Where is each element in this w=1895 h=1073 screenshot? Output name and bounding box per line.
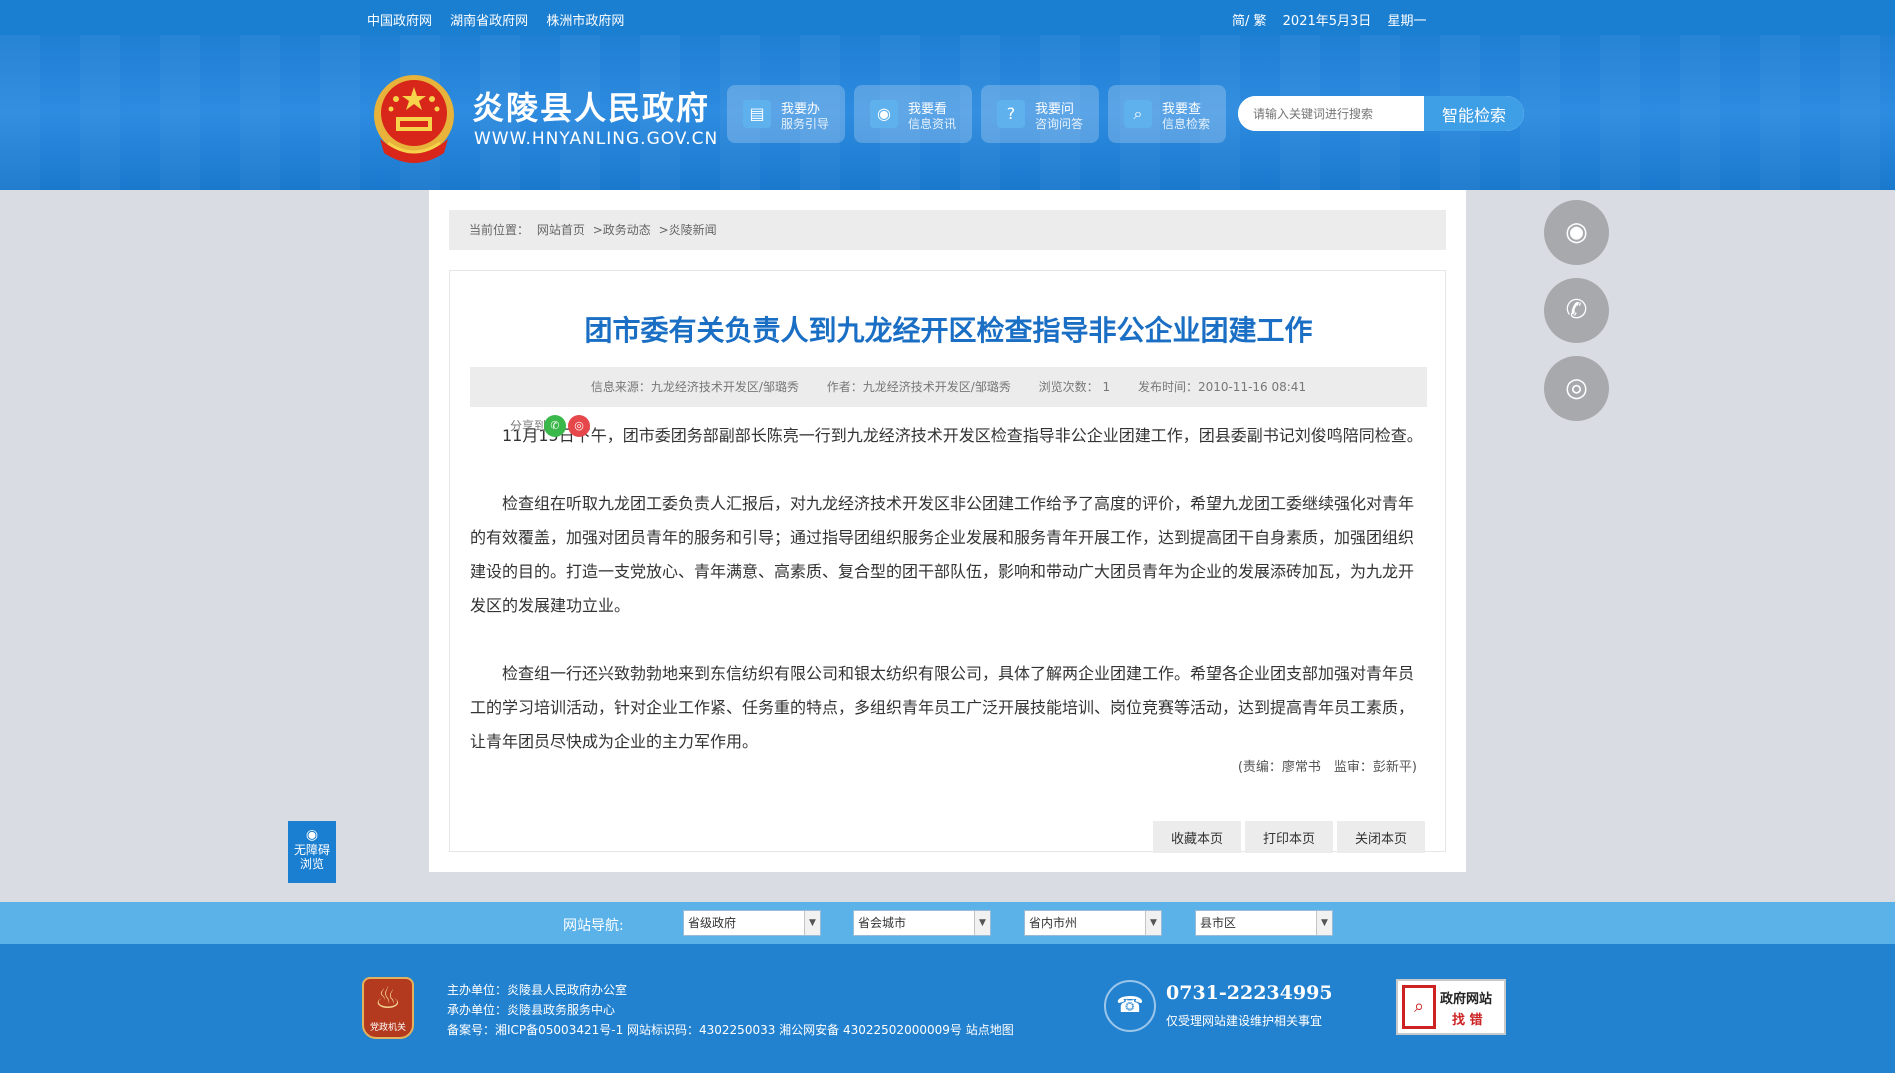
breadcrumb-yanling-news[interactable]: >炎陵新闻 [659, 223, 717, 237]
select-capital-cities[interactable]: 省会城市 ▼ [853, 910, 991, 936]
find-error-label-2: 找 错 [1452, 1013, 1483, 1028]
article-actions: 收藏本页 打印本页 关闭本页 [1149, 821, 1425, 853]
select-value: 省级政府 [688, 916, 737, 930]
chevron-down-icon: ▼ [1316, 911, 1332, 935]
footer-host: 主办单位：炎陵县人民政府办公室 [447, 983, 628, 997]
accessibility-button[interactable]: ◉ 无障碍 浏览 [288, 821, 336, 883]
article-paragraph: 11月15日下午，团市委团务部副部长陈亮一行到九龙经济技术开发区检查指导非公企业… [502, 426, 1423, 445]
search-input[interactable] [1238, 96, 1424, 131]
site-nav-label: 网站导航: [563, 918, 624, 934]
party-gov-badge-icon[interactable]: ♨ 党政机关 [362, 977, 414, 1039]
nav-info-news[interactable]: ◉ 我要看 信息资讯 [854, 85, 972, 143]
footer-phone-note: 仅受理网站建设维护相关事宜 [1166, 1014, 1323, 1028]
content-panel: 当前位置： 网站首页 >政务动态 >炎陵新闻 团市委有关负责人到九龙经开区检查指… [429, 190, 1466, 872]
eye-icon: ◉ [870, 100, 898, 128]
select-counties[interactable]: 县市区 ▼ [1195, 910, 1333, 936]
nav-service-guide[interactable]: ▤ 我要办 服务引导 [727, 85, 845, 143]
link-china-gov[interactable]: 中国政府网 [367, 14, 432, 29]
article-paragraph: 检查组一行还兴致勃勃地来到东信纺织有限公司和银太纺织有限公司，具体了解两企业团建… [470, 664, 1415, 751]
meta-source: 信息来源：九龙经济技术开发区/邹璐秀 [590, 380, 799, 394]
footer-record: 备案号：湘ICP备05003421号-1 网站标识码：4302250033 湘公… [447, 1023, 1014, 1037]
article-body: 11月15日下午，团市委团务部副部长陈亮一行到九龙经济技术开发区检查指导非公企业… [470, 419, 1427, 793]
print-page-button[interactable]: 打印本页 [1245, 821, 1333, 853]
eye-icon: ◉ [305, 827, 319, 843]
lang-switch[interactable]: 简/ 繁 [1232, 14, 1267, 29]
top-right: 简/ 繁 2021年5月3日 星期一 [1232, 10, 1438, 29]
article-paragraph: 检查组在听取九龙团工委负责人汇报后，对九龙经济技术开发区非公团建工作给予了高度的… [470, 494, 1415, 615]
breadcrumb-home[interactable]: 网站首页 [537, 223, 585, 237]
select-value: 省会城市 [858, 916, 907, 930]
meta-author: 作者：九龙经济技术开发区/邹璐秀 [826, 380, 1011, 394]
magnifier-icon: ⌕ [1402, 985, 1436, 1029]
breadcrumb-prefix: 当前位置： [469, 223, 530, 237]
weekday-text: 星期一 [1387, 14, 1427, 29]
search-box: 智能检索 [1238, 96, 1524, 131]
nav-sublabel: 咨询问答 [1035, 117, 1084, 131]
share-label: 分享到 [510, 419, 547, 433]
article-title: 团市委有关负责人到九龙经开区检查指导非公企业团建工作 [584, 314, 1313, 347]
footer-phone: 0731-22234995 [1166, 982, 1333, 1004]
date-text: 2021年5月3日 [1282, 14, 1372, 29]
footer-organizer: 承办单位：炎陵县政务服务中心 [447, 1003, 616, 1017]
badge-text: 党政机关 [369, 1023, 406, 1033]
weibo-share-icon[interactable]: ◎ [568, 415, 590, 437]
nav-sublabel: 服务引导 [781, 117, 830, 131]
top-bar: 中国政府网 湖南省政府网 株洲市政府网 简/ 繁 2021年5月3日 星期一 [0, 0, 1895, 35]
find-error-button[interactable]: ⌕ 政府网站 找 错 [1396, 979, 1506, 1035]
editor-signature: (责编：廖常书 监审：彭新平) [1237, 760, 1417, 775]
weibo-icon[interactable]: ◎ [1544, 356, 1609, 421]
site-title: 炎陵县人民政府 [472, 89, 711, 127]
access-label-2: 浏览 [299, 857, 324, 871]
nav-sublabel: 信息资讯 [908, 117, 957, 131]
site-footer: ♨ 党政机关 主办单位：炎陵县人民政府办公室 承办单位：炎陵县政务服务中心 备案… [0, 944, 1895, 1073]
access-label-1: 无障碍 [293, 843, 330, 857]
wechat-icon[interactable]: ✆ [1544, 278, 1609, 343]
chevron-down-icon: ▼ [974, 911, 990, 935]
phone-icon: ☎ [1104, 980, 1156, 1032]
national-emblem-icon [374, 75, 454, 163]
site-url: WWW.HNYANLING.GOV.CN [474, 129, 719, 149]
select-value: 县市区 [1200, 916, 1237, 930]
question-icon: ? [997, 100, 1025, 128]
document-icon: ▤ [743, 100, 771, 128]
breadcrumb: 当前位置： 网站首页 >政务动态 >炎陵新闻 [449, 210, 1446, 250]
select-provincial-gov[interactable]: 省级政府 ▼ [683, 910, 821, 936]
site-header: 炎陵县人民政府 WWW.HNYANLING.GOV.CN ▤ 我要办 服务引导 … [0, 35, 1895, 190]
nav-info-search[interactable]: ⌕ 我要查 信息检索 [1108, 85, 1226, 143]
breadcrumb-gov-news[interactable]: >政务动态 [593, 223, 651, 237]
nav-consult-qa[interactable]: ? 我要问 咨询问答 [981, 85, 1099, 143]
find-error-label-1: 政府网站 [1440, 992, 1493, 1007]
article: 团市委有关负责人到九龙经开区检查指导非公企业团建工作 信息来源：九龙经济技术开发… [449, 270, 1446, 853]
select-prefectures[interactable]: 省内市州 ▼ [1024, 910, 1162, 936]
close-page-button[interactable]: 关闭本页 [1337, 821, 1425, 853]
bookmark-page-button[interactable]: 收藏本页 [1153, 821, 1241, 853]
top-links: 中国政府网 湖南省政府网 株洲市政府网 [367, 10, 638, 29]
footer-info: 主办单位：炎陵县人民政府办公室 承办单位：炎陵县政务服务中心 备案号：湘ICP备… [447, 980, 1014, 1040]
link-zhuzhou-gov[interactable]: 株洲市政府网 [546, 14, 624, 29]
smart-search-button[interactable]: 智能检索 [1424, 96, 1524, 131]
nav-sublabel: 信息检索 [1162, 117, 1211, 131]
search-icon: ⌕ [1124, 100, 1152, 128]
meta-time: 发布时间：2010-11-16 08:41 [1137, 380, 1307, 394]
eye-icon[interactable]: ◉ [1544, 200, 1609, 265]
chevron-down-icon: ▼ [1145, 911, 1161, 935]
article-meta: 信息来源：九龙经济技术开发区/邹璐秀 作者：九龙经济技术开发区/邹璐秀 浏览次数… [470, 367, 1427, 407]
link-hunan-gov[interactable]: 湖南省政府网 [450, 14, 528, 29]
wechat-share-icon[interactable]: ✆ [544, 415, 566, 437]
chevron-down-icon: ▼ [804, 911, 820, 935]
site-nav-strip: 网站导航: 省级政府 ▼ 省会城市 ▼ 省内市州 ▼ 县市区 ▼ [0, 902, 1895, 944]
meta-views: 浏览次数： 1 [1038, 380, 1111, 394]
select-value: 省内市州 [1029, 916, 1078, 930]
